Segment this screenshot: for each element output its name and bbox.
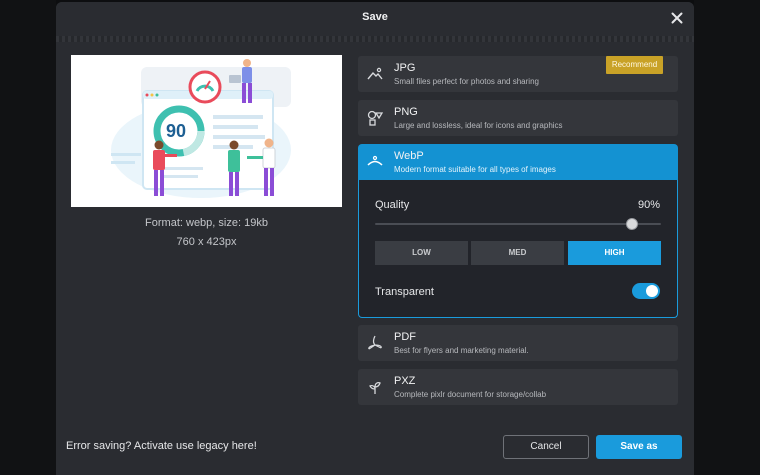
legacy-save-link[interactable]: Error saving? Activate use legacy here! <box>66 440 257 452</box>
dialog-title: Save <box>362 11 388 23</box>
recommend-badge: Recommend <box>606 56 663 74</box>
format-description: Best for flyers and marketing material. <box>394 346 529 355</box>
preview-image: 90 <box>71 55 342 207</box>
preview-format-info: Format: webp, size: 19kb <box>145 217 268 229</box>
format-name: JPG <box>394 62 416 74</box>
quality-value: 90% <box>637 199 660 211</box>
slider-thumb[interactable] <box>626 218 639 230</box>
transparent-label: Transparent <box>375 286 434 298</box>
pdf-icon <box>366 334 384 352</box>
shapes-icon <box>366 109 384 127</box>
preset-high-button[interactable]: HIGH <box>568 241 661 265</box>
format-option-pdf[interactable]: PDF Best for flyers and marketing materi… <box>358 325 678 361</box>
format-description: Complete pixlr document for storage/coll… <box>394 390 547 399</box>
format-name: PXZ <box>394 375 416 387</box>
close-icon <box>671 12 683 24</box>
format-option-webp[interactable]: WebP Modern format suitable for all type… <box>358 144 678 180</box>
toggle-knob <box>646 285 658 297</box>
titlebar-divider <box>56 36 694 42</box>
quality-slider[interactable] <box>375 218 661 230</box>
backdrop-left <box>0 0 56 475</box>
preset-med-button[interactable]: MED <box>471 241 564 265</box>
dialog-titlebar: Save <box>56 2 694 36</box>
close-button[interactable] <box>668 9 686 27</box>
format-option-png[interactable]: PNG Large and lossless, ideal for icons … <box>358 100 678 136</box>
quality-label: Quality <box>375 199 410 211</box>
format-description: Small files perfect for photos and shari… <box>394 77 539 86</box>
format-name: WebP <box>394 150 424 162</box>
preview-dimensions: 760 x 423px <box>176 236 237 248</box>
preset-low-button[interactable]: LOW <box>375 241 468 265</box>
format-name: PDF <box>394 331 416 343</box>
webp-arc-icon <box>366 153 384 171</box>
format-option-pxz[interactable]: PXZ Complete pixlr document for storage/… <box>358 369 678 405</box>
slider-track <box>375 223 661 225</box>
backdrop-right <box>694 0 760 475</box>
pixlr-sprout-icon <box>366 378 384 396</box>
save-as-button[interactable]: Save as <box>596 435 682 459</box>
cancel-button[interactable]: Cancel <box>503 435 589 459</box>
format-option-jpg[interactable]: JPG Small files perfect for photos and s… <box>358 56 678 92</box>
transparent-toggle[interactable] <box>632 283 660 299</box>
seo-illustration: 90 <box>111 59 291 198</box>
webp-options-panel: Quality 90% LOW MED HIGH Transparent <box>358 180 678 318</box>
format-name: PNG <box>394 106 418 118</box>
svg-text:90: 90 <box>166 121 186 141</box>
image-landscape-icon <box>366 65 384 83</box>
format-description: Modern format suitable for all types of … <box>394 165 556 174</box>
save-dialog: Save 90 Format: webp, size: 19kb 760 x 4… <box>56 2 694 475</box>
format-description: Large and lossless, ideal for icons and … <box>394 121 563 130</box>
